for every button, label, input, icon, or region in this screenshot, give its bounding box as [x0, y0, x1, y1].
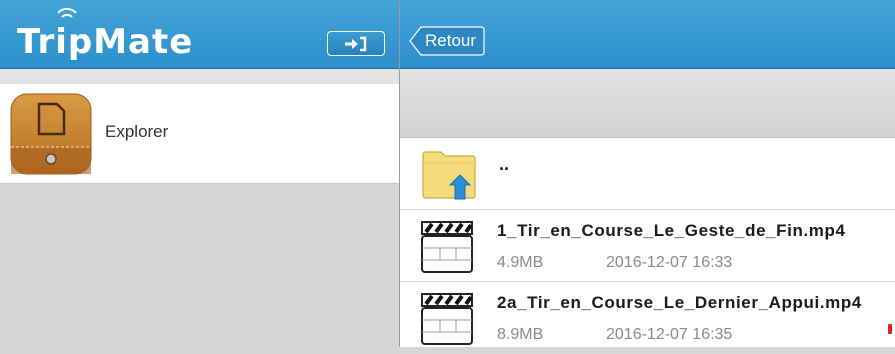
sidebar-header: TripMate [0, 0, 399, 69]
file-name: 1_Tir_en_Course_Le_Geste_de_Fin.mp4 [497, 221, 846, 240]
list-item-parent-folder[interactable]: .. [400, 138, 895, 210]
explorer-icon [10, 93, 92, 175]
folder-up-icon [422, 151, 476, 200]
logout-button[interactable] [327, 31, 385, 56]
sidebar-spacer [0, 69, 399, 84]
sidebar-empty-area [0, 184, 399, 347]
status-marker [888, 324, 892, 334]
content-toolbar [400, 69, 895, 138]
file-list: .. 1_Tir_en_Course_Le_Geste_de_Fin.mp4 4… [400, 138, 895, 354]
file-size: 8.9MB [497, 326, 544, 343]
back-button[interactable]: Retour [409, 26, 485, 56]
file-name: 2a_Tir_en_Course_Le_Dernier_Appui.mp4 [497, 293, 862, 312]
video-clapper-icon [421, 221, 473, 273]
sidebar-item-label: Explorer [105, 122, 169, 141]
video-clapper-icon [421, 293, 473, 345]
list-item-file[interactable]: 2a_Tir_en_Course_Le_Dernier_Appui.mp4 8.… [400, 282, 895, 354]
file-date: 2016-12-07 16:33 [606, 254, 733, 271]
back-button-label: Retour [425, 31, 477, 50]
app-logo: TripMate [17, 22, 194, 62]
file-size: 4.9MB [497, 254, 544, 271]
sidebar-item-explorer[interactable]: Explorer [0, 84, 399, 184]
file-date: 2016-12-07 16:35 [606, 326, 733, 343]
logout-icon [345, 36, 367, 51]
parent-folder-label: .. [499, 154, 510, 174]
list-item-file[interactable]: 1_Tir_en_Course_Le_Geste_de_Fin.mp4 4.9M… [400, 210, 895, 282]
